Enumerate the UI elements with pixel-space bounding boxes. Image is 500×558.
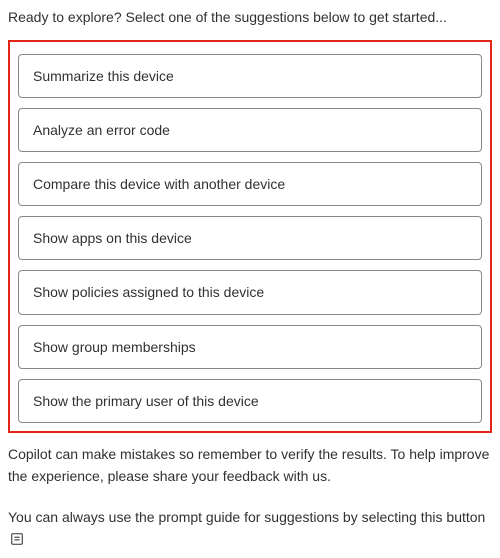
prompt-guide-hint-text: You can always use the prompt guide for … <box>8 509 485 525</box>
suggestion-show-policies[interactable]: Show policies assigned to this device <box>18 270 482 314</box>
suggestion-summarize-device[interactable]: Summarize this device <box>18 54 482 98</box>
intro-text: Ready to explore? Select one of the sugg… <box>8 8 492 28</box>
suggestion-analyze-error-code[interactable]: Analyze an error code <box>18 108 482 152</box>
suggestion-show-group-memberships[interactable]: Show group memberships <box>18 325 482 369</box>
suggestions-list-highlight: Summarize this device Analyze an error c… <box>8 40 492 433</box>
suggestion-compare-device[interactable]: Compare this device with another device <box>18 162 482 206</box>
prompt-guide-hint: You can always use the prompt guide for … <box>8 506 492 551</box>
disclaimer-text: Copilot can make mistakes so remember to… <box>8 443 492 488</box>
suggestion-show-apps[interactable]: Show apps on this device <box>18 216 482 260</box>
prompt-guide-icon <box>10 532 24 546</box>
suggestion-show-primary-user[interactable]: Show the primary user of this device <box>18 379 482 423</box>
